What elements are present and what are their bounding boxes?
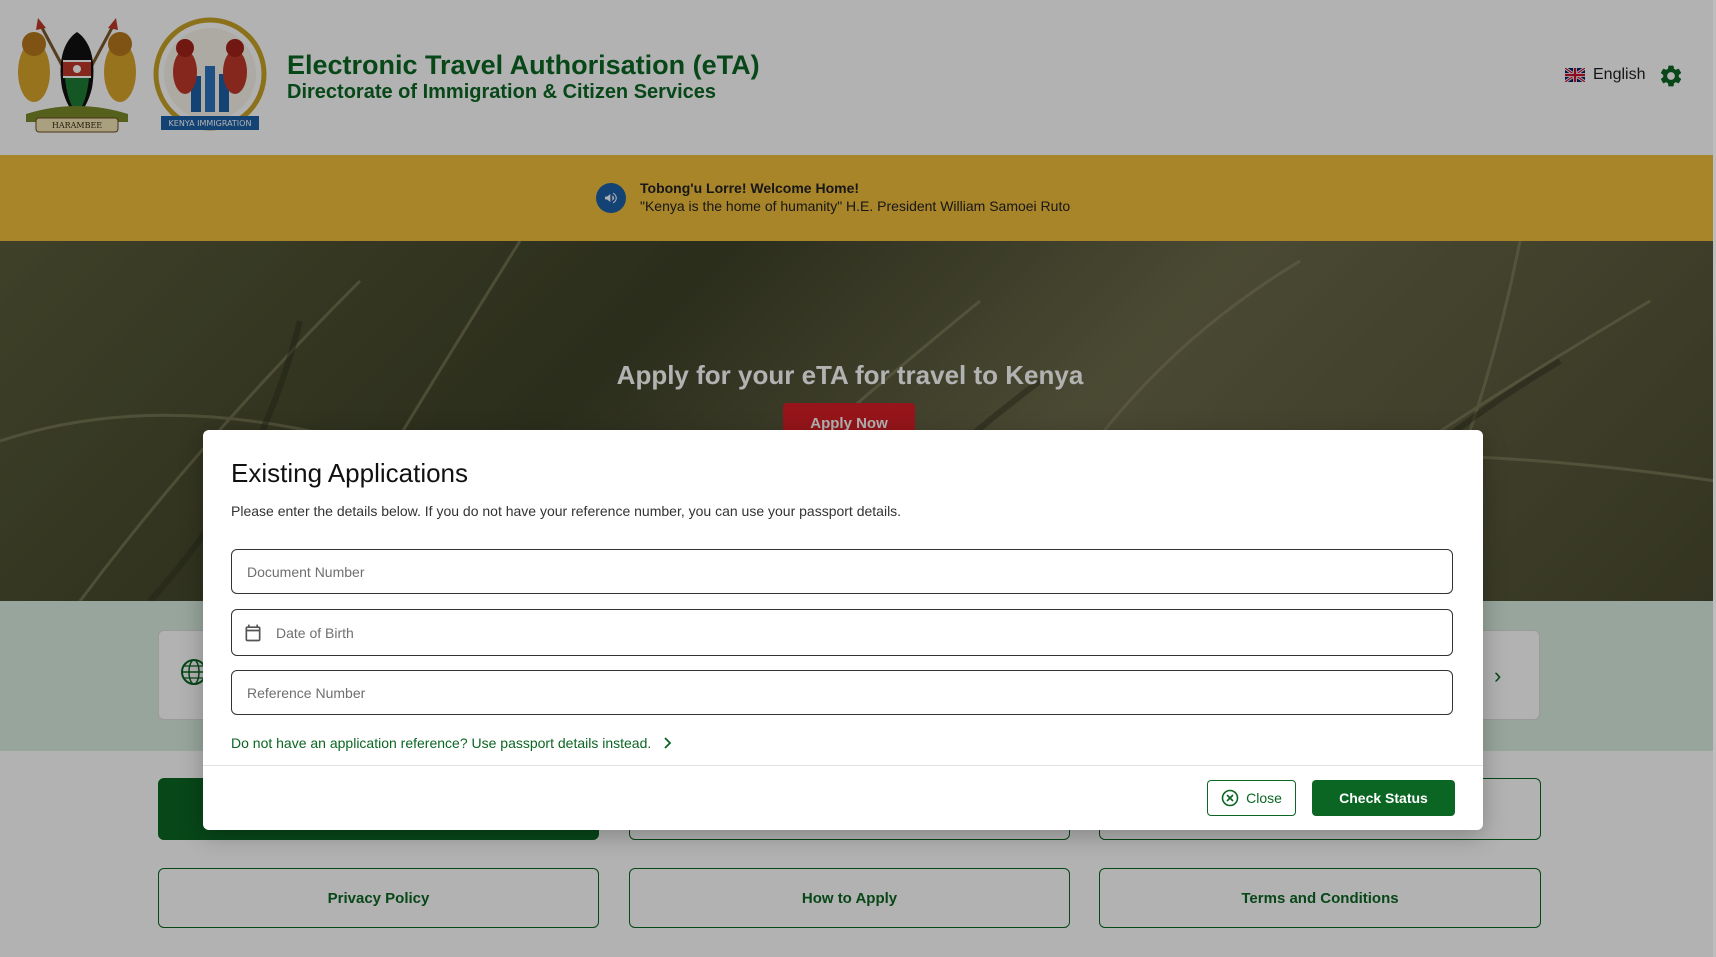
existing-applications-modal: Existing Applications Please enter the d… xyxy=(203,430,1483,830)
modal-title: Existing Applications xyxy=(231,458,469,488)
reference-number-input[interactable] xyxy=(232,671,1452,714)
date-of-birth-input[interactable] xyxy=(232,610,1452,655)
modal-footer-divider xyxy=(203,765,1483,766)
modal-description: Please enter the details below. If you d… xyxy=(231,503,902,519)
close-label: Close xyxy=(1246,790,1282,806)
reference-number-field[interactable] xyxy=(231,670,1453,715)
check-status-button[interactable]: Check Status xyxy=(1312,780,1455,816)
chevron-right-icon xyxy=(664,737,672,749)
use-passport-details-link[interactable]: Do not have an application reference? Us… xyxy=(231,735,673,751)
close-button[interactable]: Close xyxy=(1207,780,1296,816)
date-of-birth-field[interactable] xyxy=(231,609,1453,656)
passport-link-text: Do not have an application reference? Us… xyxy=(231,735,652,751)
document-number-field[interactable] xyxy=(231,549,1453,594)
document-number-input[interactable] xyxy=(232,550,1452,593)
close-circle-icon xyxy=(1221,789,1239,807)
